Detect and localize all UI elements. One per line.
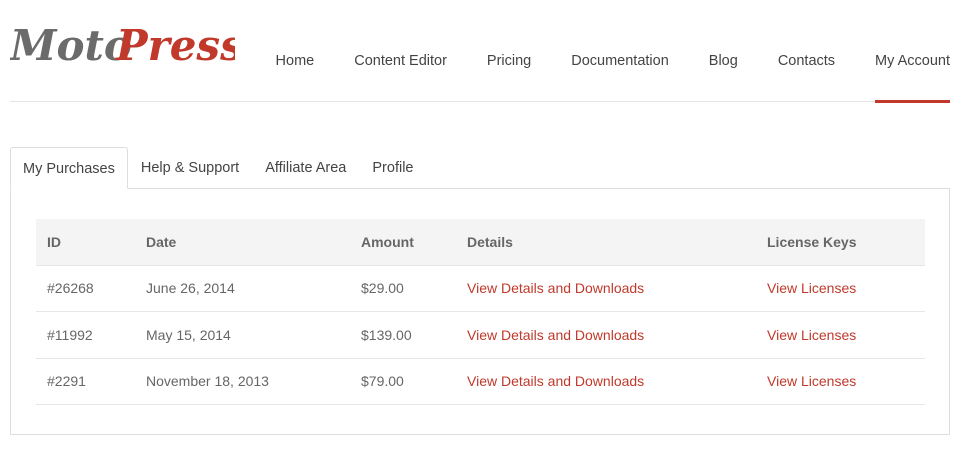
header-license-keys: License Keys (756, 219, 925, 266)
view-details-link[interactable]: View Details and Downloads (467, 327, 644, 343)
tab-profile[interactable]: Profile (359, 147, 426, 189)
header-amount: Amount (350, 219, 456, 266)
purchases-panel: ID Date Amount Details License Keys #262… (10, 188, 950, 435)
table-row: #11992 May 15, 2014 $139.00 View Details… (36, 311, 925, 359)
view-details-link[interactable]: View Details and Downloads (467, 373, 644, 389)
table-row: #2291 November 18, 2013 $79.00 View Deta… (36, 358, 925, 405)
view-licenses-link[interactable]: View Licenses (767, 280, 856, 296)
nav-my-account[interactable]: My Account (875, 0, 950, 103)
nav-home[interactable]: Home (276, 0, 315, 102)
tab-help-support[interactable]: Help & Support (128, 147, 252, 189)
nav-blog[interactable]: Blog (709, 0, 738, 102)
tab-affiliate-area[interactable]: Affiliate Area (252, 147, 359, 189)
purchase-amount: $139.00 (350, 311, 456, 359)
header-date: Date (135, 219, 350, 266)
purchase-id: #11992 (36, 311, 135, 359)
header-id: ID (36, 219, 135, 266)
purchase-amount: $79.00 (350, 358, 456, 405)
logo-press-text: Press (115, 21, 235, 70)
view-licenses-link[interactable]: View Licenses (767, 373, 856, 389)
license-cell: View Licenses (756, 311, 925, 359)
license-cell: View Licenses (756, 265, 925, 312)
account-tabs: My Purchases Help & Support Affiliate Ar… (10, 147, 426, 189)
nav-pricing[interactable]: Pricing (487, 0, 531, 102)
header-details: Details (456, 219, 756, 266)
nav-documentation[interactable]: Documentation (571, 0, 669, 102)
purchase-amount: $29.00 (350, 265, 456, 312)
main-nav: Home Content Editor Pricing Documentatio… (236, 0, 950, 103)
view-licenses-link[interactable]: View Licenses (767, 327, 856, 343)
site-header: Moto Press Home Content Editor Pricing D… (10, 0, 950, 103)
purchase-id: #26268 (36, 265, 135, 312)
purchase-date: June 26, 2014 (135, 265, 350, 312)
purchase-id: #2291 (36, 358, 135, 405)
logo-moto-text: Moto (10, 21, 132, 70)
view-details-link[interactable]: View Details and Downloads (467, 280, 644, 296)
purchases-table: ID Date Amount Details License Keys #262… (36, 219, 925, 405)
nav-content-editor[interactable]: Content Editor (354, 0, 447, 102)
table-row: #26268 June 26, 2014 $29.00 View Details… (36, 265, 925, 312)
purchase-date: May 15, 2014 (135, 311, 350, 359)
details-cell: View Details and Downloads (456, 311, 756, 359)
motopress-logo[interactable]: Moto Press (10, 14, 235, 74)
details-cell: View Details and Downloads (456, 265, 756, 312)
license-cell: View Licenses (756, 358, 925, 405)
purchase-date: November 18, 2013 (135, 358, 350, 405)
details-cell: View Details and Downloads (456, 358, 756, 405)
tab-my-purchases[interactable]: My Purchases (10, 147, 128, 189)
table-header-row: ID Date Amount Details License Keys (36, 219, 925, 266)
nav-contacts[interactable]: Contacts (778, 0, 835, 102)
